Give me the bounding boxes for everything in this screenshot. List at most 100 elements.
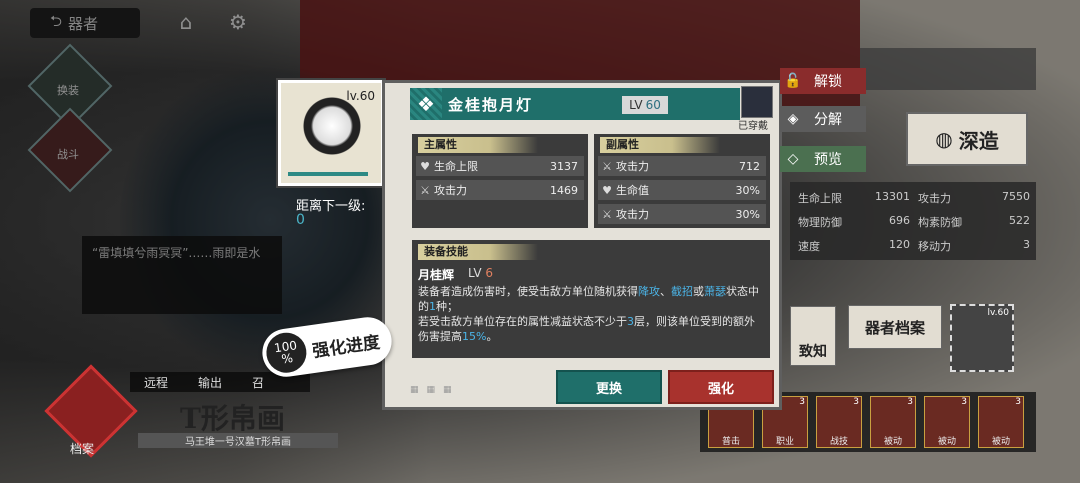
stat-value: 3137 xyxy=(550,159,578,173)
swords-icon: ⚔ xyxy=(602,159,612,173)
replace-button[interactable]: 更换 xyxy=(556,370,662,404)
character-subtitle: 马王堆一号汉墓T形帛画 xyxy=(138,433,338,448)
sub-stats-box: 副属性 ⚔ 攻击力 712 ♥ 生命值 30% ⚔ 攻击力 30% xyxy=(594,134,770,228)
swords-icon: ⚔ xyxy=(420,183,430,197)
char-stat-name: 生命上限 xyxy=(798,192,842,205)
dismantle-label: 分解 xyxy=(814,112,842,128)
deep-study-icon: ◍ xyxy=(935,127,953,151)
stat-row: ⚔ 攻击力 712 xyxy=(598,156,766,176)
stamp-icon: ▦ xyxy=(410,385,419,395)
lock-icon: 🔓 xyxy=(784,73,802,89)
skill-count: 3 xyxy=(853,397,859,407)
char-stat-name: 物理防御 xyxy=(798,216,842,229)
skill-label: 被动 xyxy=(991,437,1010,447)
main-stats-title: 主属性 xyxy=(418,137,538,153)
equipment-name: 金桂抱月灯 xyxy=(448,96,534,114)
skill-slot[interactable]: 3 战技 xyxy=(816,396,862,448)
swords-icon: ⚔ xyxy=(602,207,612,221)
skill-number: 15% xyxy=(462,330,487,343)
role-tag: 远程 xyxy=(144,375,169,390)
stat-value: 30% xyxy=(735,183,760,197)
skill-slot[interactable]: 3 被动 xyxy=(870,396,916,448)
char-stat-row: 移动力 3 xyxy=(918,238,1030,254)
char-stat-name: 移动力 xyxy=(918,240,951,253)
enhance-progress-unit: % xyxy=(280,350,294,367)
heart-icon: ♥ xyxy=(602,183,612,197)
stat-row: ♥ 生命值 30% xyxy=(598,180,766,200)
equipment-skill-box: 装备技能 月桂辉 LV 6 装备者造成伤害时，使受击敌方单位随机获得降攻、截招或… xyxy=(412,240,770,358)
preview-icon: ◇ xyxy=(787,151,799,167)
skill-keyword[interactable]: 萧瑟 xyxy=(704,285,726,298)
slot-level: lv.60 xyxy=(987,308,1009,318)
enhance-button[interactable]: 强化 xyxy=(668,370,774,404)
char-stat-value: 522 xyxy=(1009,214,1030,227)
equipment-level-value: 60 xyxy=(645,98,661,112)
preview-label: 预览 xyxy=(814,152,842,168)
skill-name: 月桂辉 xyxy=(418,268,455,282)
char-stat-name: 速度 xyxy=(798,240,820,253)
char-stat-row: 构素防御 522 xyxy=(918,214,1030,230)
char-stat-value: 3 xyxy=(1023,238,1030,251)
enhance-progress-circle: 100 % xyxy=(263,330,309,376)
knot-icon: ❖ xyxy=(417,92,435,116)
archive-emblem-label: 档案 xyxy=(70,442,95,456)
enhance-progress-label: 强化进度 xyxy=(311,332,382,362)
stat-value: 30% xyxy=(735,207,760,221)
skill-level-value: 6 xyxy=(485,266,494,280)
next-level-label: 距离下一级: xyxy=(296,199,366,214)
char-stat-value: 13301 xyxy=(875,190,910,203)
skill-desc-text: 或 xyxy=(693,285,704,298)
skill-label: 战技 xyxy=(829,437,848,447)
main-stats-box: 主属性 ♥ 生命上限 3137 ⚔ 攻击力 1469 xyxy=(412,134,588,228)
skill-number: 3 xyxy=(627,315,634,328)
skill-label: 普击 xyxy=(721,437,740,447)
equipment-slot-thumbnail[interactable]: lv.60 xyxy=(950,304,1014,372)
stat-row: ⚔ 攻击力 30% xyxy=(598,204,766,224)
char-stat-value: 120 xyxy=(889,238,910,251)
skill-desc-text: 。 xyxy=(486,330,498,343)
char-stat-row: 攻击力 7550 xyxy=(918,190,1030,206)
stat-name: 生命值 xyxy=(616,184,649,197)
skill-slot[interactable]: 3 被动 xyxy=(978,396,1024,448)
character-stats-panel: 生命上限 13301 攻击力 7550 物理防御 696 构素防御 522 速度 120 … xyxy=(790,182,1036,260)
skill-description: 装备者造成伤害时，使受击敌方单位随机获得降攻、截招或萧瑟状态中的1种； 若受击敌方… xyxy=(418,284,764,344)
stat-name: 攻击力 xyxy=(434,184,467,197)
deep-study-button[interactable]: ◍ 深造 xyxy=(906,112,1028,166)
preview-button[interactable]: ◇ 预览 xyxy=(780,146,866,172)
heart-icon: ♥ xyxy=(420,159,430,173)
skill-keyword[interactable]: 降攻 xyxy=(638,285,660,298)
equipped-character-avatar[interactable] xyxy=(741,86,773,118)
char-stat-row: 物理防御 696 xyxy=(798,214,910,230)
equipment-exp-bar xyxy=(288,172,368,176)
deep-study-label: 深造 xyxy=(958,128,999,153)
character-title: T形帛画 xyxy=(180,402,285,435)
skill-slot[interactable]: 3 被动 xyxy=(924,396,970,448)
skill-count: 3 xyxy=(1015,397,1021,407)
stat-name: 攻击力 xyxy=(616,208,649,221)
skill-count: 3 xyxy=(961,397,967,407)
archive-button[interactable]: 器者档案 xyxy=(848,305,942,349)
skill-desc-text: 种； xyxy=(436,300,458,313)
skill-level: LV 6 xyxy=(468,266,493,280)
stat-row: ♥ 生命上限 3137 xyxy=(416,156,584,176)
char-stat-row: 生命上限 13301 xyxy=(798,190,910,206)
sub-stats-title: 副属性 xyxy=(600,137,720,153)
unlock-label: 解锁 xyxy=(814,74,842,90)
skill-level-label: LV xyxy=(468,266,482,280)
next-level-value: 0 xyxy=(296,212,305,228)
dismantle-button[interactable]: ◈ 分解 xyxy=(780,106,866,132)
equipment-card-level: lv.60 xyxy=(346,89,375,103)
char-stat-name: 攻击力 xyxy=(918,192,951,205)
unlock-button[interactable]: 🔓 解锁 xyxy=(780,68,866,94)
zhizhi-button[interactable]: 致知 xyxy=(790,306,836,366)
char-stat-value: 7550 xyxy=(1002,190,1030,203)
skill-keyword[interactable]: 截招 xyxy=(671,285,693,298)
stat-name: 生命上限 xyxy=(434,160,478,173)
skill-desc-text: 、 xyxy=(660,285,671,298)
stat-row: ⚔ 攻击力 1469 xyxy=(416,180,584,200)
dismantle-icon: ◈ xyxy=(787,111,799,127)
stat-name: 攻击力 xyxy=(616,160,649,173)
skill-section-title: 装备技能 xyxy=(418,244,538,260)
role-tag: 输出 xyxy=(198,375,223,390)
equipment-card[interactable]: lv.60 xyxy=(278,80,384,186)
